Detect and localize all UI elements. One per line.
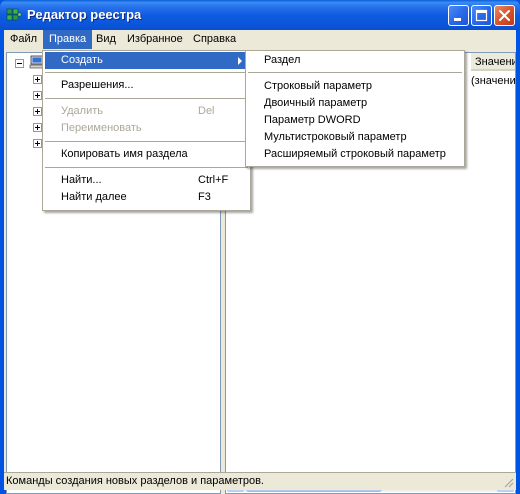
- menu-file[interactable]: Файл: [4, 30, 43, 49]
- menu-item-delete-shortcut: Del: [198, 105, 215, 117]
- menu-item-delete-label: Удалить: [61, 105, 103, 117]
- submenu-arrow-icon: [238, 57, 242, 65]
- menu-separator: [45, 141, 248, 142]
- expand-toggle[interactable]: [33, 123, 42, 132]
- expand-toggle[interactable]: [33, 91, 42, 100]
- window-title: Редактор реестра: [27, 7, 142, 22]
- value-cell: (значение: [471, 75, 516, 87]
- menu-item-copy-key-name[interactable]: Копировать имя раздела: [45, 146, 248, 163]
- maximize-button[interactable]: [471, 5, 492, 26]
- menu-item-delete[interactable]: Удалить Del: [45, 103, 248, 120]
- create-submenu: Раздел Строковый параметр Двоичный парам…: [245, 50, 465, 167]
- minimize-icon: [454, 18, 461, 21]
- close-icon: [499, 10, 510, 21]
- menu-separator: [45, 98, 248, 99]
- column-header-value[interactable]: Значение: [471, 53, 515, 71]
- maximize-icon: [475, 9, 488, 22]
- menu-edit[interactable]: Правка: [43, 30, 93, 49]
- menu-item-find[interactable]: Найти... Ctrl+F: [45, 172, 248, 189]
- submenu-item-key[interactable]: Раздел: [248, 52, 462, 69]
- close-button[interactable]: [494, 5, 515, 26]
- menu-item-permissions[interactable]: Разрешения...: [45, 77, 248, 94]
- status-text: Команды создания новых разделов и параме…: [6, 475, 264, 487]
- edit-menu-dropdown: Создать Разрешения... Удалить Del Переим…: [42, 50, 251, 211]
- menu-item-find-shortcut: Ctrl+F: [198, 174, 229, 186]
- menu-item-find-next-shortcut: F3: [198, 191, 211, 203]
- collapse-toggle[interactable]: [15, 59, 24, 68]
- menu-item-find-label: Найти...: [61, 174, 102, 186]
- submenu-item-multistring-value[interactable]: Мультистроковый параметр: [248, 129, 462, 146]
- menu-item-create-label: Создать: [61, 54, 103, 66]
- menu-bar: Файл Правка Вид Избранное Справка: [4, 30, 516, 50]
- resize-grip-icon[interactable]: [502, 476, 514, 488]
- submenu-item-dword-value[interactable]: Параметр DWORD: [248, 112, 462, 129]
- menu-help[interactable]: Справка: [187, 30, 242, 49]
- menu-separator: [45, 72, 248, 73]
- menu-item-rename[interactable]: Переименовать: [45, 120, 248, 137]
- menu-favorites[interactable]: Избранное: [121, 30, 189, 49]
- submenu-item-binary-value[interactable]: Двоичный параметр: [248, 95, 462, 112]
- status-bar: Команды создания новых разделов и параме…: [4, 472, 516, 490]
- menu-view[interactable]: Вид: [90, 30, 122, 49]
- menu-separator: [45, 167, 248, 168]
- regedit-app-icon: [6, 8, 22, 21]
- title-bar[interactable]: Редактор реестра: [0, 0, 520, 30]
- minimize-button[interactable]: [448, 5, 469, 26]
- expand-toggle[interactable]: [33, 75, 42, 84]
- menu-item-find-next[interactable]: Найти далее F3: [45, 189, 248, 206]
- menu-separator: [248, 72, 462, 73]
- menu-item-create[interactable]: Создать: [45, 52, 248, 69]
- submenu-item-string-value[interactable]: Строковый параметр: [248, 78, 462, 95]
- submenu-item-expandable-string-value[interactable]: Расширяемый строковый параметр: [248, 146, 462, 163]
- menu-item-find-next-label: Найти далее: [61, 191, 127, 203]
- expand-toggle[interactable]: [33, 139, 42, 148]
- expand-toggle[interactable]: [33, 107, 42, 116]
- regedit-window: Редактор реестра Файл Правка Вид Избранн…: [0, 0, 520, 494]
